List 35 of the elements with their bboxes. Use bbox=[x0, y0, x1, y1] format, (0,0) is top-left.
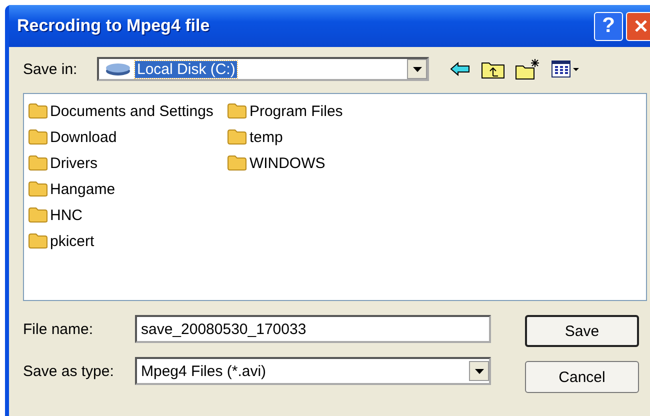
folder-icon bbox=[28, 155, 48, 171]
close-icon bbox=[634, 19, 648, 33]
save-button[interactable]: Save bbox=[525, 315, 639, 347]
back-arrow-icon[interactable] bbox=[449, 61, 471, 77]
folder-icon bbox=[227, 129, 248, 145]
folder-icon bbox=[28, 181, 48, 197]
folder-item[interactable]: Program Files bbox=[227, 98, 343, 124]
save-in-dropdown[interactable]: Local Disk (C:) bbox=[97, 57, 429, 81]
drive-icon bbox=[105, 62, 131, 76]
new-folder-icon[interactable] bbox=[515, 58, 541, 80]
folder-item[interactable]: Documents and Settings bbox=[28, 98, 214, 124]
file-name-label: File name: bbox=[23, 320, 94, 338]
folder-icon bbox=[28, 207, 48, 223]
folder-item[interactable]: Hangame bbox=[28, 176, 214, 202]
save-in-label: Save in: bbox=[23, 60, 78, 78]
save-as-type-dropdown[interactable]: Mpeg4 Files (*.avi) bbox=[135, 357, 491, 385]
file-name-field[interactable]: save_20080530_170033 bbox=[135, 315, 491, 343]
save-as-type-label: Save as type: bbox=[23, 362, 115, 380]
close-button[interactable] bbox=[626, 12, 650, 40]
folder-icon bbox=[28, 233, 48, 249]
folder-item[interactable]: temp bbox=[227, 124, 343, 150]
folder-icon bbox=[227, 103, 248, 119]
folder-item[interactable]: WINDOWS bbox=[227, 150, 343, 176]
folder-item[interactable]: pkicert bbox=[28, 228, 214, 254]
window-title: Recroding to Mpeg4 file bbox=[17, 16, 210, 36]
help-button[interactable]: ? bbox=[594, 12, 623, 40]
folder-item[interactable]: HNC bbox=[28, 202, 214, 228]
folder-icon bbox=[28, 129, 48, 145]
save-in-value: Local Disk (C:) bbox=[135, 60, 238, 78]
folder-icon bbox=[227, 155, 248, 171]
folder-icon bbox=[28, 103, 48, 119]
folder-item[interactable]: Drivers bbox=[28, 150, 214, 176]
cancel-button[interactable]: Cancel bbox=[525, 361, 639, 393]
folder-item[interactable]: Download bbox=[28, 124, 214, 150]
view-menu-icon[interactable] bbox=[551, 59, 581, 79]
